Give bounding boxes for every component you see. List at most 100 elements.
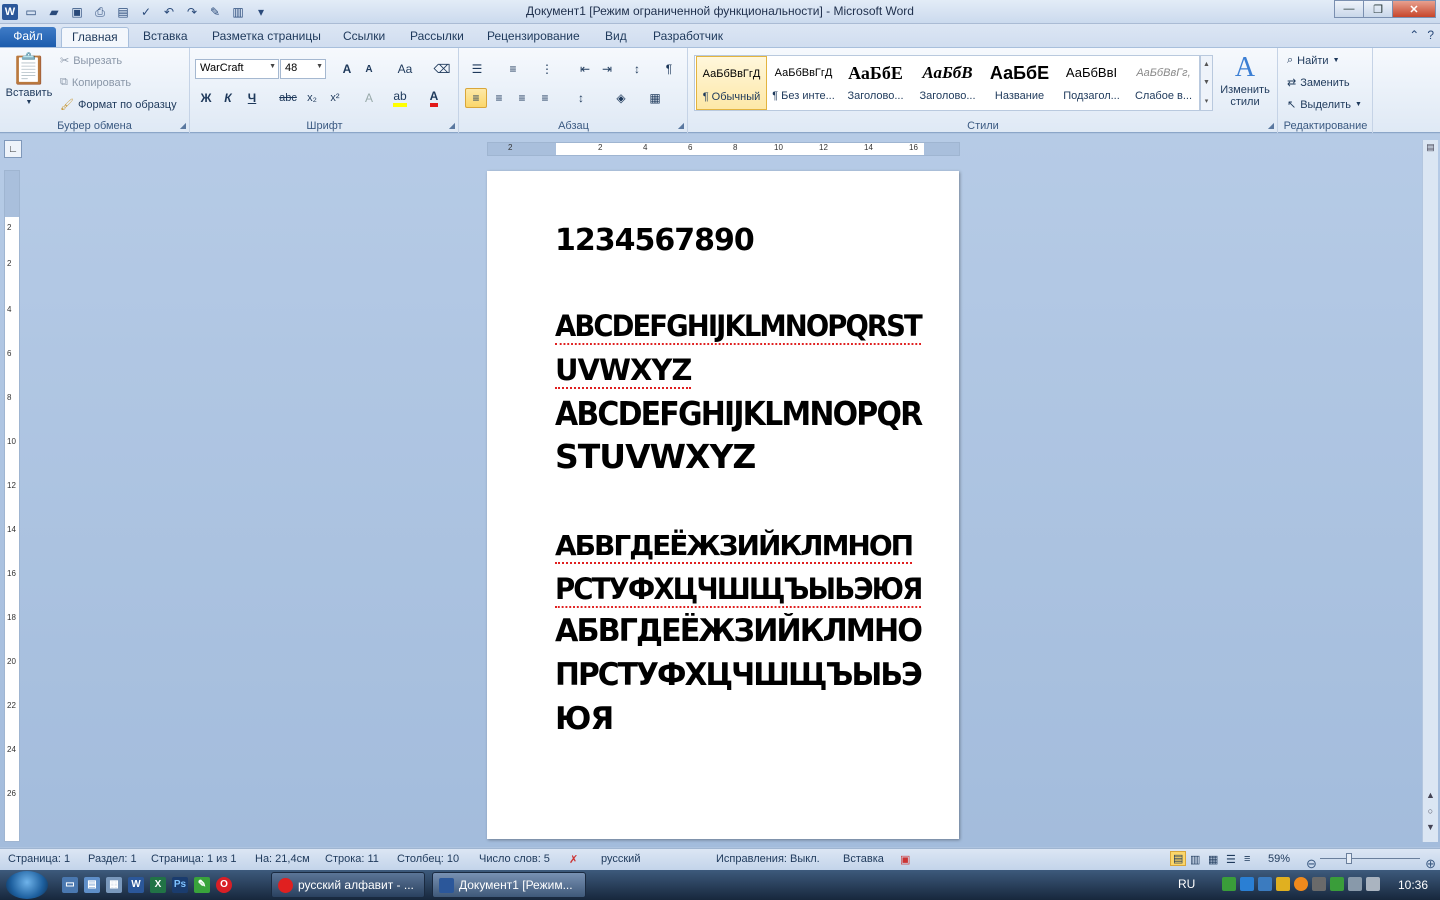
subscript-button[interactable]: x₂ xyxy=(301,88,323,108)
styles-scroll[interactable]: ▲ ▼ ▾ xyxy=(1200,55,1213,111)
shading-icon[interactable]: ◈ xyxy=(610,88,632,108)
clear-formatting-icon[interactable]: ⌫ xyxy=(431,59,453,79)
browse-object-icon[interactable]: ○ xyxy=(1423,806,1438,821)
cut-button[interactable]: ✂ Вырезать xyxy=(60,54,122,68)
status-column[interactable]: Столбец: 10 xyxy=(397,853,459,865)
outline-view-icon[interactable]: ☰ xyxy=(1226,853,1236,866)
help-icon[interactable]: ? xyxy=(1427,28,1434,42)
tab-selector-icon[interactable]: ∟ xyxy=(4,140,22,158)
show-formatting-button[interactable]: ¶ xyxy=(658,59,680,79)
increase-indent-icon[interactable]: ⇥ xyxy=(596,59,618,79)
tab-home[interactable]: Главная xyxy=(61,27,129,48)
tray-app-icon[interactable] xyxy=(1294,877,1308,891)
minimize-button[interactable]: — xyxy=(1334,0,1364,18)
doc-line[interactable]: ABCDEFGHIJKLMNOPQR xyxy=(555,394,923,433)
volume-icon[interactable] xyxy=(1366,877,1380,891)
style-subtle-emphasis[interactable]: АаБбВвГг, Слабое в... xyxy=(1128,56,1199,110)
doc-line[interactable]: 1234567890 xyxy=(555,223,755,258)
photoshop-icon[interactable]: Ps xyxy=(172,877,188,893)
underline-button[interactable]: Ч xyxy=(241,88,263,108)
tab-view[interactable]: Вид xyxy=(595,27,637,48)
sort-icon[interactable]: ↕ xyxy=(626,59,648,79)
close-button[interactable]: ✕ xyxy=(1392,0,1436,18)
format-painter-button[interactable]: 🖌 Формат по образцу xyxy=(60,98,177,112)
superscript-button[interactable]: x² xyxy=(324,88,346,108)
dialog-launcher-icon[interactable]: ◢ xyxy=(678,121,684,130)
style-title[interactable]: АаБбЕ Название xyxy=(984,56,1055,110)
print-layout-view-icon[interactable]: ▤ xyxy=(1170,851,1187,866)
tab-file[interactable]: Файл xyxy=(0,27,56,48)
word-icon[interactable]: W xyxy=(128,877,144,893)
opera-icon[interactable]: O xyxy=(216,877,232,893)
paste-button[interactable]: 📋 Вставить ▼ xyxy=(4,52,54,106)
decrease-indent-icon[interactable]: ⇤ xyxy=(574,59,596,79)
draft-view-icon[interactable]: ≡ xyxy=(1244,853,1250,865)
maximize-button[interactable]: ❐ xyxy=(1363,0,1393,18)
shrink-font-button[interactable]: A xyxy=(358,59,380,79)
strikethrough-button[interactable]: abc xyxy=(277,88,299,108)
font-name-combo[interactable]: WarCraft ▼ xyxy=(195,59,279,79)
style-heading-2[interactable]: АаБбВ Заголово... xyxy=(912,56,983,110)
tray-app-icon[interactable] xyxy=(1330,877,1344,891)
doc-line[interactable]: ЮЯ xyxy=(555,701,614,737)
select-button[interactable]: ↖ Выделить ▼ xyxy=(1287,98,1362,112)
italic-button[interactable]: К xyxy=(217,88,239,108)
network-icon[interactable] xyxy=(1348,877,1362,891)
style-no-spacing[interactable]: АаБбВвГгД ¶ Без инте... xyxy=(768,56,839,110)
doc-line[interactable]: АБВГДЕЁЖЗИЙКЛМНОП xyxy=(555,529,914,564)
tab-insert[interactable]: Вставка xyxy=(133,27,198,48)
zoom-slider[interactable]: ⊖ ⊕ xyxy=(1302,852,1438,871)
full-screen-reading-icon[interactable]: ▥ xyxy=(1190,853,1200,866)
shield-icon[interactable] xyxy=(1258,877,1272,891)
multilevel-list-icon[interactable]: ⋮ xyxy=(536,59,558,79)
tab-mailings[interactable]: Рассылки xyxy=(400,27,474,48)
taskbar-item-word[interactable]: Документ1 [Режим... xyxy=(432,872,586,898)
horizontal-ruler[interactable]: 2 2 4 6 8 10 12 14 16 xyxy=(487,142,960,156)
vertical-scrollbar[interactable]: ▤ ▲ ○ ▼ xyxy=(1422,140,1438,842)
notepad-icon[interactable]: ✎ xyxy=(194,877,210,893)
tab-page-layout[interactable]: Разметка страницы xyxy=(202,27,331,48)
doc-line[interactable]: STUVWXYZ xyxy=(555,437,756,476)
doc-line[interactable]: РСТУФХЦЧШЩЪЫЬЭЮЯ xyxy=(555,572,923,608)
line-spacing-icon[interactable]: ↕ xyxy=(570,88,592,108)
collapse-ribbon-icon[interactable]: ⌃ xyxy=(1409,28,1419,42)
dialog-launcher-icon[interactable]: ◢ xyxy=(1268,121,1274,130)
previous-page-icon[interactable]: ▲ xyxy=(1423,790,1438,805)
zoom-level[interactable]: 59% xyxy=(1268,853,1290,865)
document-page[interactable]: 1234567890 ABCDEFGHIJKLMNOPQRST UVWXYZ A… xyxy=(487,171,959,839)
status-line[interactable]: Строка: 11 xyxy=(325,853,379,865)
tray-app-icon[interactable] xyxy=(1276,877,1290,891)
status-language[interactable]: русский xyxy=(601,853,640,865)
find-button[interactable]: ⌕ Найти ▼ xyxy=(1287,54,1340,67)
align-left-icon[interactable]: ≡ xyxy=(465,88,487,108)
grow-font-button[interactable]: A xyxy=(336,59,358,79)
status-word-count[interactable]: Число слов: 5 xyxy=(479,853,550,865)
more-icon[interactable]: ▾ xyxy=(1205,97,1209,105)
dialog-launcher-icon[interactable]: ◢ xyxy=(180,121,186,130)
status-position[interactable]: На: 21,4см xyxy=(255,853,310,865)
doc-line[interactable]: UVWXYZ xyxy=(555,353,692,389)
change-case-button[interactable]: Aa xyxy=(390,59,420,79)
bullets-icon[interactable]: ☰ xyxy=(466,59,488,79)
align-center-icon[interactable]: ≡ xyxy=(488,88,510,108)
doc-line[interactable]: ПРСТУФХЦЧШЩЪЫЬЭ xyxy=(555,657,923,693)
vertical-ruler[interactable]: 2 2 4 6 8 10 12 14 16 18 20 22 24 26 xyxy=(4,170,20,842)
calculator-icon[interactable]: ▦ xyxy=(106,877,122,893)
macro-record-icon[interactable]: ▣ xyxy=(900,853,910,866)
style-subtitle[interactable]: АаБбВвІ Подзагол... xyxy=(1056,56,1127,110)
doc-line[interactable]: АБВГДЕЁЖЗИЙКЛМНО xyxy=(555,613,923,649)
status-pages[interactable]: Страница: 1 из 1 xyxy=(151,853,237,865)
explorer-icon[interactable]: ▤ xyxy=(84,877,100,893)
ruler-toggle-icon[interactable]: ▤ xyxy=(1423,142,1438,157)
tab-references[interactable]: Ссылки xyxy=(333,27,395,48)
chevron-down-icon[interactable]: ▼ xyxy=(1203,79,1210,86)
clock[interactable]: 10:36 xyxy=(1398,878,1428,892)
doc-line[interactable]: ABCDEFGHIJKLMNOPQRST xyxy=(555,309,923,345)
taskbar-item-browser[interactable]: русский алфавит - ... xyxy=(271,872,425,898)
tab-review[interactable]: Рецензирование xyxy=(477,27,590,48)
text-effects-icon[interactable]: A xyxy=(358,88,380,108)
web-layout-icon[interactable]: ▦ xyxy=(1208,853,1218,866)
tray-app-icon[interactable] xyxy=(1222,877,1236,891)
zoom-thumb[interactable] xyxy=(1346,853,1352,864)
highlight-button[interactable]: ab xyxy=(389,88,411,108)
